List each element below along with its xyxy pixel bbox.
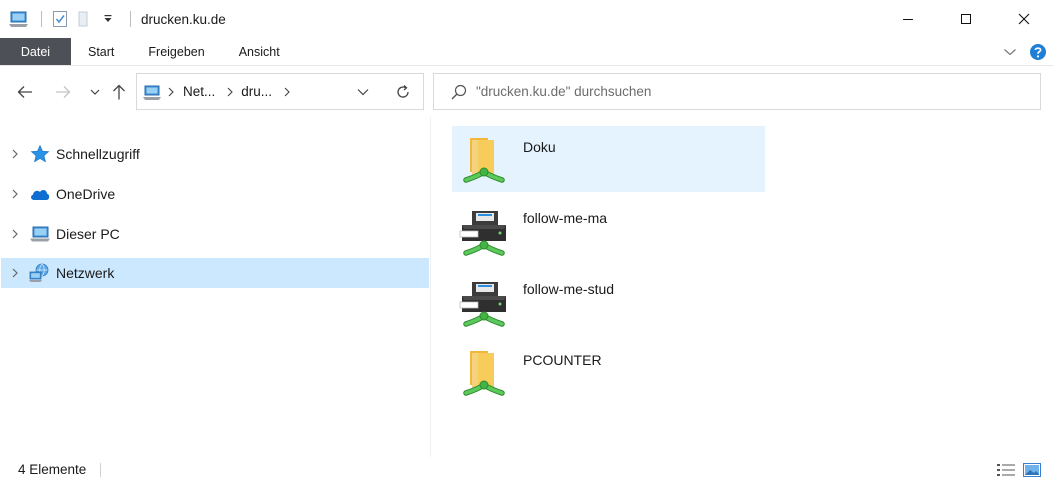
ribbon-tabs: Datei Start Freigeben Ansicht bbox=[0, 38, 1053, 66]
cloud-icon bbox=[29, 184, 51, 204]
up-button[interactable] bbox=[108, 81, 130, 103]
printer-icon bbox=[458, 274, 510, 330]
shared-folder-icon bbox=[458, 345, 510, 401]
nav-label: Dieser PC bbox=[56, 226, 120, 242]
chevron-right-icon bbox=[12, 149, 18, 159]
nav-item-dieser-pc[interactable]: Dieser PC bbox=[1, 219, 429, 249]
search-input[interactable]: "drucken.ku.de" durchsuchen bbox=[433, 73, 1041, 110]
content-pane: Doku follow-me-ma follow-me-stud PCOUNTE… bbox=[432, 117, 1053, 457]
minimize-icon bbox=[903, 19, 913, 20]
tab-start[interactable]: Start bbox=[71, 38, 131, 65]
details-view-button[interactable] bbox=[995, 460, 1017, 480]
help-button[interactable] bbox=[1027, 41, 1049, 63]
title-bar: drucken.ku.de bbox=[0, 0, 1053, 38]
large-icons-view-icon bbox=[1023, 463, 1041, 477]
tab-datei[interactable]: Datei bbox=[0, 38, 71, 65]
window-title: drucken.ku.de bbox=[141, 11, 226, 27]
status-separator bbox=[100, 462, 102, 477]
breadcrumb-separator[interactable] bbox=[225, 86, 235, 98]
chevron-right-icon bbox=[168, 87, 174, 96]
item-count: 4 Elemente bbox=[18, 462, 87, 477]
nav-label: OneDrive bbox=[56, 186, 116, 202]
new-folder-icon[interactable] bbox=[74, 9, 94, 29]
breadcrumb-separator[interactable] bbox=[166, 86, 176, 98]
arrow-right-icon bbox=[56, 86, 71, 98]
chevron-right-icon bbox=[284, 87, 290, 96]
address-history-dropdown[interactable] bbox=[344, 74, 382, 109]
item-name: PCOUNTER bbox=[523, 352, 602, 368]
arrow-left-icon bbox=[17, 86, 32, 98]
refresh-icon bbox=[397, 84, 409, 98]
chevron-down-icon bbox=[357, 88, 369, 95]
back-button[interactable] bbox=[14, 81, 36, 103]
minimize-button[interactable] bbox=[879, 0, 937, 38]
list-item[interactable]: PCOUNTER bbox=[452, 339, 765, 405]
navigation-bar: Net... dru... "drucken.ku.de" durchsuche… bbox=[0, 67, 1053, 117]
nav-label: Netzwerk bbox=[56, 265, 115, 281]
refresh-button[interactable] bbox=[383, 73, 424, 110]
search-placeholder: "drucken.ku.de" durchsuchen bbox=[476, 84, 652, 99]
help-icon bbox=[1030, 43, 1046, 60]
qat-dropdown-icon[interactable] bbox=[98, 9, 118, 29]
view-switcher bbox=[991, 460, 1043, 480]
properties-icon[interactable] bbox=[50, 9, 70, 29]
breadcrumb-server[interactable]: dru... bbox=[241, 74, 272, 109]
item-name: follow-me-stud bbox=[523, 281, 615, 297]
tab-ansicht[interactable]: Ansicht bbox=[222, 38, 297, 65]
nav-item-netzwerk[interactable]: Netzwerk bbox=[1, 258, 429, 288]
nav-label: Schnellzugriff bbox=[56, 146, 140, 162]
chevron-right-icon bbox=[12, 268, 18, 278]
qat-separator bbox=[41, 11, 42, 27]
star-icon bbox=[29, 144, 51, 164]
breadcrumb-separator[interactable] bbox=[282, 86, 292, 98]
search-icon bbox=[450, 83, 468, 101]
printer-icon bbox=[458, 203, 510, 259]
explorer-app-icon[interactable] bbox=[9, 9, 29, 29]
expand-chevron[interactable] bbox=[1, 148, 29, 160]
title-separator bbox=[130, 11, 131, 27]
expand-chevron[interactable] bbox=[1, 267, 29, 279]
navigation-pane: Schnellzugriff OneDrive Dieser PC Netzwe… bbox=[0, 117, 431, 457]
chevron-right-icon bbox=[12, 189, 18, 199]
chevron-right-icon bbox=[227, 87, 234, 96]
list-item[interactable]: Doku bbox=[452, 126, 765, 192]
expand-ribbon-button[interactable] bbox=[999, 41, 1021, 63]
network-location-icon bbox=[143, 82, 163, 102]
expand-chevron[interactable] bbox=[1, 228, 29, 240]
window-controls bbox=[879, 0, 1053, 38]
expand-chevron[interactable] bbox=[1, 188, 29, 200]
large-icons-view-button[interactable] bbox=[1021, 460, 1043, 480]
status-bar: 4 Elemente bbox=[0, 457, 1053, 482]
arrow-up-icon bbox=[113, 84, 125, 100]
address-bar[interactable]: Net... dru... bbox=[136, 73, 424, 110]
close-icon bbox=[1018, 13, 1030, 25]
nav-item-onedrive[interactable]: OneDrive bbox=[1, 179, 429, 209]
ribbon-controls bbox=[999, 38, 1053, 65]
list-item[interactable]: follow-me-ma bbox=[452, 197, 765, 263]
pc-icon bbox=[29, 224, 51, 244]
nav-item-schnellzugriff[interactable]: Schnellzugriff bbox=[1, 139, 429, 169]
list-item[interactable]: follow-me-stud bbox=[452, 268, 765, 334]
close-button[interactable] bbox=[995, 0, 1053, 38]
chevron-down-icon bbox=[1004, 48, 1016, 55]
breadcrumb-network[interactable]: Net... bbox=[183, 74, 215, 109]
item-name: follow-me-ma bbox=[523, 210, 608, 226]
recent-locations-button[interactable] bbox=[84, 81, 106, 103]
chevron-down-icon bbox=[90, 89, 100, 95]
maximize-button[interactable] bbox=[937, 0, 995, 38]
forward-button[interactable] bbox=[52, 81, 74, 103]
network-icon bbox=[29, 263, 51, 283]
chevron-right-icon bbox=[12, 229, 18, 239]
tab-freigeben[interactable]: Freigeben bbox=[131, 38, 221, 65]
shared-folder-icon bbox=[458, 132, 510, 188]
item-name: Doku bbox=[523, 139, 556, 155]
quick-access-toolbar: drucken.ku.de bbox=[0, 0, 226, 38]
maximize-icon bbox=[961, 14, 971, 24]
details-view-icon bbox=[997, 464, 1015, 476]
